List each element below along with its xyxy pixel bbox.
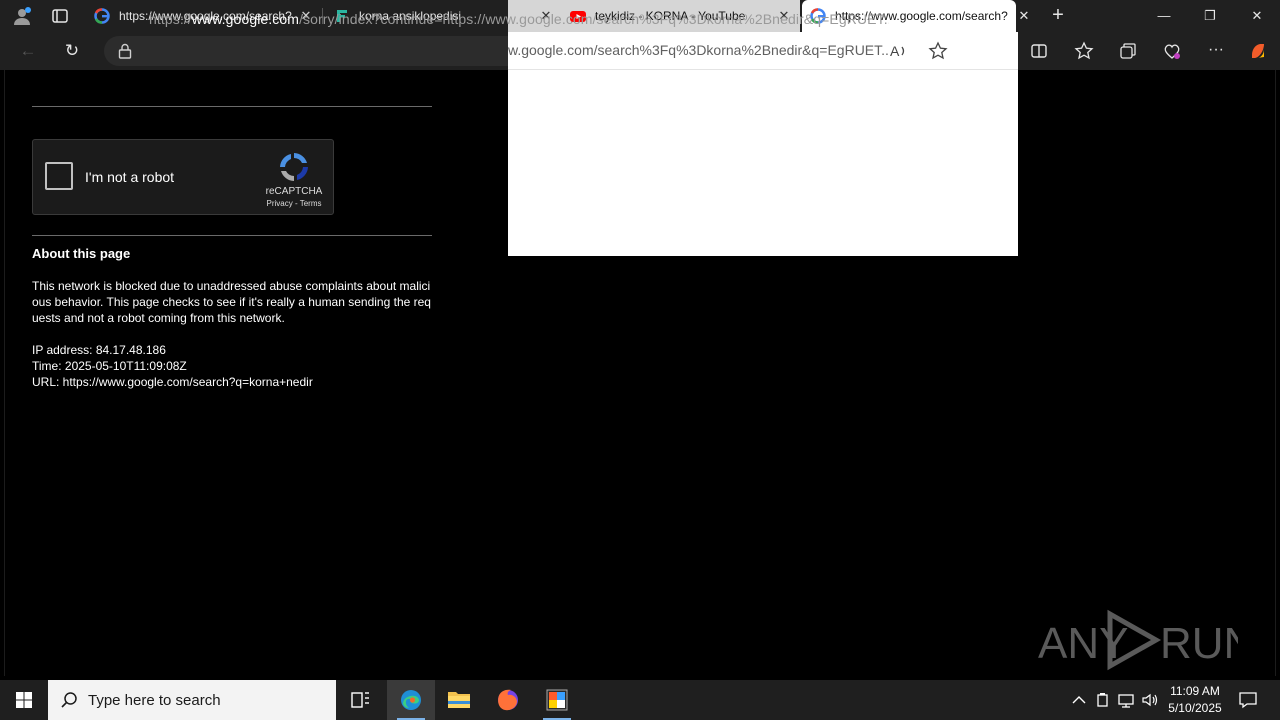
favorites-icon[interactable] [1074, 41, 1094, 61]
tab-close-icon[interactable]: ✕ [1016, 8, 1032, 24]
recaptcha-widget: I'm not a robot reCAPTCHA Privacy - Term… [32, 139, 334, 215]
task-view-icon[interactable] [336, 680, 384, 720]
divider [32, 235, 432, 236]
firefox-icon[interactable] [484, 680, 532, 720]
notifications-icon[interactable] [1238, 690, 1258, 710]
lock-icon[interactable] [118, 43, 132, 59]
close-window-button[interactable]: ✕ [1234, 0, 1280, 32]
divider [32, 106, 432, 107]
search-placeholder: Type here to search [88, 692, 221, 709]
about-title: About this page [32, 246, 131, 261]
google-icon [94, 8, 110, 24]
search-icon [61, 692, 77, 708]
battery-device-icon[interactable] [1094, 691, 1112, 709]
system-clock[interactable]: 11:09 AM 5/10/2025 [1160, 683, 1230, 717]
address-url[interactable]: https://www.google.com/sorry/index?conti… [149, 11, 889, 27]
chevron-up-icon[interactable] [1070, 691, 1088, 709]
new-tab-button[interactable]: + [1046, 4, 1070, 28]
app-taskbar-button[interactable] [533, 680, 581, 720]
taskbar: Type here to search 11:09 AM 5/10/2025 [0, 680, 1280, 720]
volume-icon[interactable] [1141, 691, 1159, 709]
anyrun-watermark-logo: ANY RUN [1038, 609, 1238, 671]
copilot-icon[interactable] [1248, 41, 1268, 61]
captcha-label: I'm not a robot [85, 169, 175, 185]
clock-time: 11:09 AM [1170, 684, 1220, 698]
overlay-url[interactable]: w.google.com/search%3Fq%3Dkorna%2Bnedir&… [508, 42, 888, 58]
overlay-window[interactable]: w.google.com/search%3Fq%3Dkorna%2Bnedir&… [508, 32, 1018, 256]
split-screen-icon[interactable] [1029, 41, 1049, 61]
minimize-button[interactable]: — [1141, 0, 1187, 32]
recaptcha-logo-icon [280, 153, 308, 181]
about-body: This network is blocked due to unaddress… [32, 279, 431, 325]
profile-icon[interactable] [12, 6, 32, 26]
network-icon[interactable] [1117, 691, 1135, 709]
timestamp: Time: 2025-05-10T11:09:08Z [32, 359, 187, 373]
clock-date: 5/10/2025 [1168, 701, 1222, 715]
more-options-icon[interactable]: ··· [1206, 41, 1226, 61]
refresh-button[interactable]: ↻ [60, 39, 84, 63]
taskbar-search-box[interactable]: Type here to search [48, 680, 336, 720]
blocked-url: URL: https://www.google.com/search?q=kor… [32, 375, 313, 389]
windows-start-icon[interactable] [0, 680, 48, 720]
captcha-privacy-terms-links[interactable]: Privacy - Terms [255, 199, 333, 208]
ip-address: IP address: 84.17.48.186 [32, 343, 166, 357]
captcha-brand: reCAPTCHA [265, 186, 323, 197]
not-a-robot-checkbox[interactable] [45, 162, 73, 190]
edge-icon [401, 690, 421, 710]
edge-taskbar-button[interactable] [387, 680, 435, 720]
tab-actions-icon[interactable] [50, 6, 70, 26]
app-icon [546, 689, 568, 711]
browser-essentials-icon[interactable] [1162, 41, 1182, 61]
back-button[interactable]: ← [16, 39, 40, 63]
divider [508, 69, 1018, 70]
file-explorer-icon[interactable] [435, 680, 483, 720]
add-favorite-icon[interactable] [928, 41, 948, 61]
svg-text:A: A [890, 43, 900, 59]
collections-icon[interactable] [1118, 41, 1138, 61]
svg-text:RUN: RUN [1160, 619, 1238, 668]
restore-button[interactable]: ❐ [1187, 0, 1233, 32]
read-aloud-icon[interactable]: A [888, 41, 908, 61]
